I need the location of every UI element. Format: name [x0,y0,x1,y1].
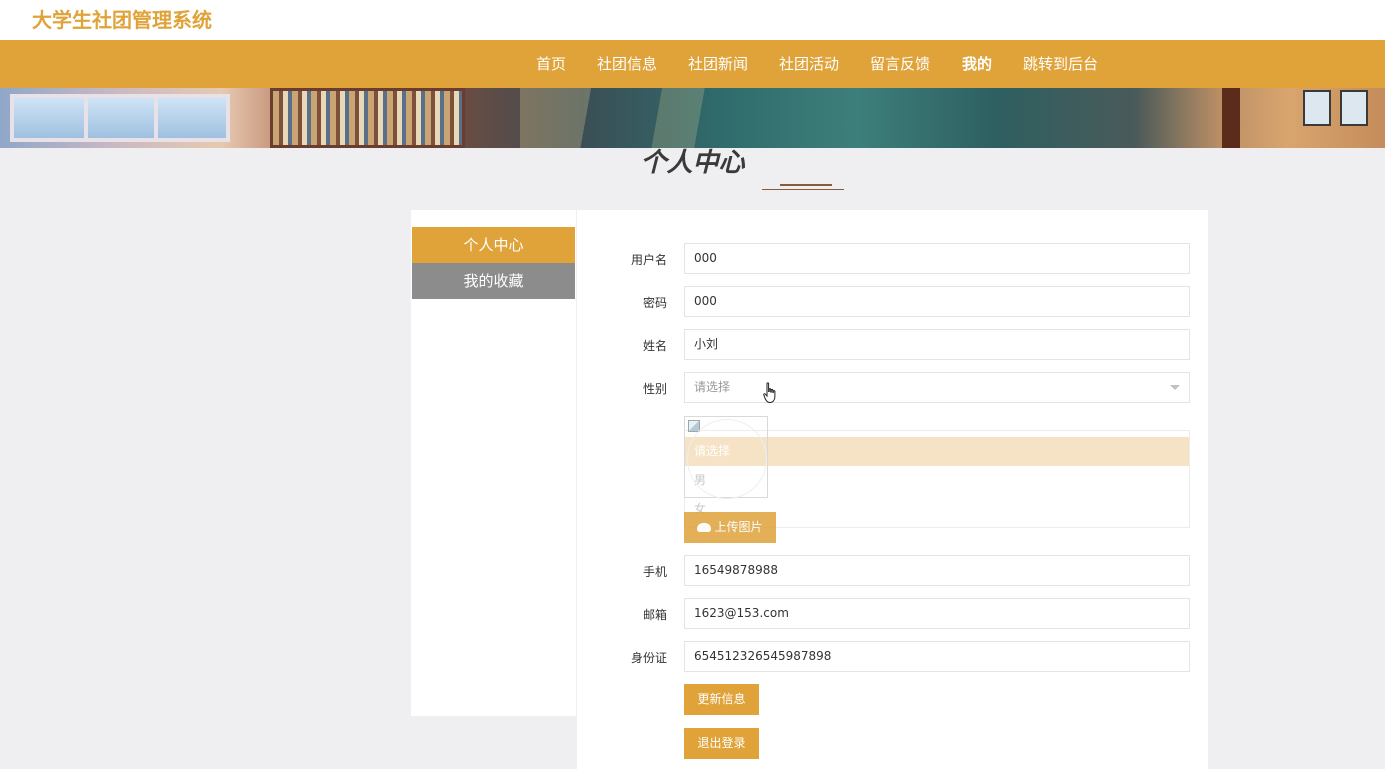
sidebar: 个人中心 我的收藏 [411,210,576,716]
nav-item-club-news[interactable]: 社团新闻 [688,40,748,88]
username-input[interactable]: 000 [684,243,1190,274]
nav-item-mine[interactable]: 我的 [962,40,992,88]
profile-form: 用户名 000 密码 000 姓名 小刘 性别 请选择 请选择 男 女 上传图片… [577,210,1208,769]
banner-frame [1222,88,1240,148]
banner-poster [1340,90,1368,126]
title-underline [762,189,844,190]
site-title[interactable]: 大学生社团管理系统 [32,4,212,33]
nav-item-club-activities[interactable]: 社团活动 [779,40,839,88]
top-bar: 大学生社团管理系统 [0,0,1385,40]
name-input[interactable]: 小刘 [684,329,1190,360]
password-input[interactable]: 000 [684,286,1190,317]
avatar-circle [687,419,767,499]
update-info-button[interactable]: 更新信息 [684,684,759,715]
phone-label: 手机 [642,565,667,579]
gender-select-value: 请选择 [694,380,731,394]
banner-image [0,88,1385,148]
title-underline [780,184,832,186]
banner-bookshelf [270,88,465,148]
chevron-down-icon [1170,385,1180,390]
upload-image-button[interactable]: 上传图片 [684,512,776,543]
nav-item-club-info[interactable]: 社团信息 [597,40,657,88]
avatar-preview[interactable] [684,416,768,499]
logout-button[interactable]: 退出登录 [684,728,759,759]
main-nav: 首页 社团信息 社团新闻 社团活动 留言反馈 我的 跳转到后台 [0,40,1385,88]
idcard-label: 身份证 [630,651,667,665]
idcard-input[interactable]: 654512326545987898 [684,641,1190,672]
banner-poster [1303,90,1331,126]
email-label: 邮箱 [642,608,667,622]
phone-input[interactable]: 16549878988 [684,555,1190,586]
nav-item-feedback[interactable]: 留言反馈 [870,40,930,88]
gender-label: 性别 [642,382,667,396]
gender-select[interactable]: 请选择 [684,372,1190,403]
cloud-upload-icon [697,523,712,532]
banner-chalkboard [520,88,1220,148]
page-title: 个人中心 [640,148,745,178]
name-label: 姓名 [642,339,667,353]
upload-image-label: 上传图片 [714,520,763,534]
password-label: 密码 [642,296,667,310]
sidebar-item-personal-center[interactable]: 个人中心 [412,227,575,263]
nav-item-home[interactable]: 首页 [536,40,566,88]
username-label: 用户名 [630,253,667,267]
nav-item-admin[interactable]: 跳转到后台 [1023,40,1098,88]
email-input[interactable]: 1623@153.com [684,598,1190,629]
sidebar-item-favorites[interactable]: 我的收藏 [412,263,575,299]
hand-cursor-icon [763,382,776,404]
banner-window [10,94,230,142]
